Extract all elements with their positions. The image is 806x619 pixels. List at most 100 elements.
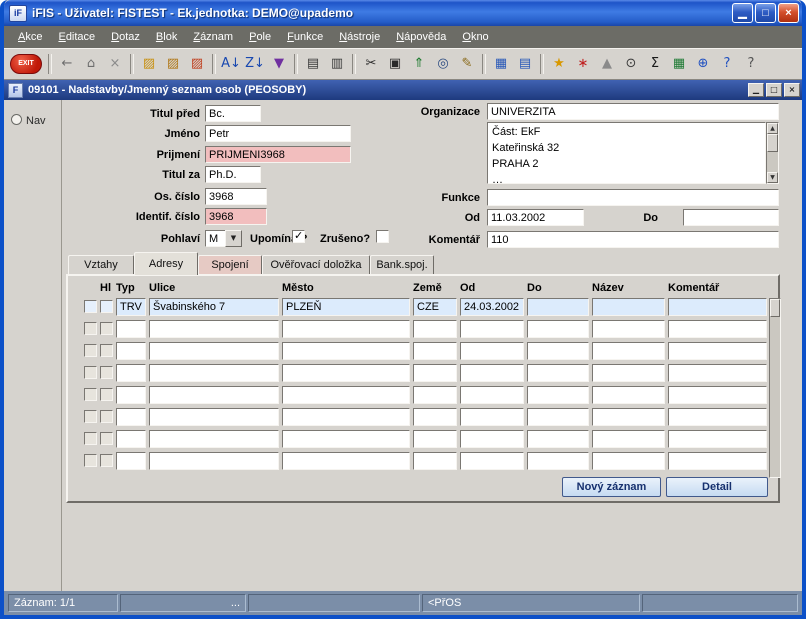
jmeno-input[interactable]: Petr xyxy=(205,125,351,142)
cell-zeme[interactable] xyxy=(413,386,457,404)
back-icon[interactable]: ← xyxy=(56,53,78,75)
cell-typ[interactable] xyxy=(116,452,146,470)
cell-mesto[interactable] xyxy=(282,386,410,404)
sigma-icon[interactable]: Σ xyxy=(644,53,666,75)
nav-radio-icon[interactable] xyxy=(11,114,22,125)
table-row[interactable] xyxy=(84,408,767,426)
cell-nazev[interactable] xyxy=(592,320,665,338)
row-select-checkbox[interactable] xyxy=(84,410,97,423)
pyramid-icon[interactable]: ▲ xyxy=(596,53,618,75)
row-select-checkbox[interactable] xyxy=(84,300,97,313)
pohlavi-input[interactable]: M xyxy=(205,230,226,247)
cell-od[interactable] xyxy=(460,386,524,404)
row-select-checkbox[interactable] xyxy=(84,432,97,445)
cell-ulice[interactable] xyxy=(149,408,279,426)
pohlavi-dropdown-button[interactable]: ▼ xyxy=(225,230,242,247)
cell-ulice[interactable]: Švabinského 7 xyxy=(149,298,279,316)
menu-item-editace[interactable]: Editace xyxy=(50,28,103,46)
excel-icon[interactable]: ▦ xyxy=(668,53,690,75)
edit-icon[interactable]: ✎ xyxy=(456,53,478,75)
row-select-checkbox[interactable] xyxy=(84,388,97,401)
form-restore-button[interactable]: □ xyxy=(766,83,782,97)
cell-typ[interactable] xyxy=(116,430,146,448)
new-record-button[interactable]: Nový záznam xyxy=(562,477,661,497)
cell-do[interactable] xyxy=(527,452,589,470)
cell-mesto[interactable] xyxy=(282,320,410,338)
help-icon[interactable]: ? xyxy=(716,53,738,75)
paste-icon[interactable]: ⇑ xyxy=(408,53,430,75)
cell-komentar[interactable] xyxy=(668,386,767,404)
filter-icon[interactable]: ▼ xyxy=(268,53,290,75)
cell-mesto[interactable] xyxy=(282,430,410,448)
cell-od[interactable]: 24.03.2002 xyxy=(460,298,524,316)
hl-checkbox[interactable] xyxy=(100,366,113,379)
cell-nazev[interactable] xyxy=(592,386,665,404)
cell-ulice[interactable] xyxy=(149,430,279,448)
komentar-input[interactable]: 110 xyxy=(487,231,779,248)
cell-mesto[interactable]: PLZEŇ xyxy=(282,298,410,316)
cell-typ[interactable] xyxy=(116,408,146,426)
table-row[interactable] xyxy=(84,364,767,382)
tab-spojeni[interactable]: Spojení xyxy=(198,255,262,275)
menu-item-funkce[interactable]: Funkce xyxy=(279,28,331,46)
cell-nazev[interactable] xyxy=(592,452,665,470)
os-cislo-input[interactable]: 3968 xyxy=(205,188,267,205)
organizace-scrollbar[interactable]: ▲ ▼ xyxy=(766,122,779,184)
table-row[interactable] xyxy=(84,320,767,338)
cell-typ[interactable]: TRV xyxy=(116,298,146,316)
hl-checkbox[interactable] xyxy=(100,454,113,467)
hl-checkbox[interactable] xyxy=(100,410,113,423)
cell-do[interactable] xyxy=(527,342,589,360)
menu-item-napoveda[interactable]: Nápověda xyxy=(388,28,454,46)
menu-item-nastroje[interactable]: Nástroje xyxy=(331,28,388,46)
clock-icon[interactable]: ⊙ xyxy=(620,53,642,75)
exit-button[interactable]: EXIT xyxy=(10,54,42,74)
row-select-checkbox[interactable] xyxy=(84,322,97,335)
table-row[interactable] xyxy=(84,430,767,448)
prijmeni-input[interactable]: PRIJMENI3968 xyxy=(205,146,351,163)
cell-ulice[interactable] xyxy=(149,386,279,404)
table-row[interactable] xyxy=(84,342,767,360)
cell-ulice[interactable] xyxy=(149,342,279,360)
hl-checkbox[interactable] xyxy=(100,322,113,335)
cell-nazev[interactable] xyxy=(592,430,665,448)
cell-komentar[interactable] xyxy=(668,320,767,338)
delete-folder-icon[interactable]: ▨ xyxy=(186,53,208,75)
cell-nazev[interactable] xyxy=(592,408,665,426)
scroll-down-icon[interactable]: ▼ xyxy=(767,172,778,183)
hl-checkbox[interactable] xyxy=(100,344,113,357)
cell-zeme[interactable]: CZE xyxy=(413,298,457,316)
menu-item-okno[interactable]: Okno xyxy=(454,28,496,46)
cell-od[interactable] xyxy=(460,342,524,360)
cell-nazev[interactable] xyxy=(592,364,665,382)
sort-asc-icon[interactable]: A↓ xyxy=(220,53,242,75)
grid-view-icon[interactable]: ▦ xyxy=(490,53,512,75)
form-close-button[interactable]: × xyxy=(784,83,800,97)
cut-icon[interactable]: ✂ xyxy=(360,53,382,75)
cell-do[interactable] xyxy=(527,298,589,316)
row-select-checkbox[interactable] xyxy=(84,344,97,357)
cell-komentar[interactable] xyxy=(668,408,767,426)
menu-item-pole[interactable]: Pole xyxy=(241,28,279,46)
sort-desc-icon[interactable]: Z↓ xyxy=(244,53,266,75)
detail-button[interactable]: Detail xyxy=(666,477,768,497)
cell-nazev[interactable] xyxy=(592,342,665,360)
menu-item-blok[interactable]: Blok xyxy=(148,28,185,46)
close-button[interactable]: × xyxy=(778,3,799,23)
cell-mesto[interactable] xyxy=(282,452,410,470)
globe-icon[interactable]: ⊕ xyxy=(692,53,714,75)
titul-pred-input[interactable]: Bc. xyxy=(205,105,261,122)
cell-zeme[interactable] xyxy=(413,364,457,382)
table-row[interactable] xyxy=(84,386,767,404)
clear-record-icon[interactable]: × xyxy=(104,53,126,75)
hl-checkbox[interactable] xyxy=(100,432,113,445)
cell-typ[interactable] xyxy=(116,386,146,404)
scrollbar-track[interactable] xyxy=(767,152,778,172)
cell-do[interactable] xyxy=(527,408,589,426)
cell-do[interactable] xyxy=(527,386,589,404)
table-row[interactable] xyxy=(84,452,767,470)
cell-ulice[interactable] xyxy=(149,452,279,470)
cell-zeme[interactable] xyxy=(413,408,457,426)
cell-typ[interactable] xyxy=(116,364,146,382)
upominat-checkbox[interactable] xyxy=(292,229,305,243)
